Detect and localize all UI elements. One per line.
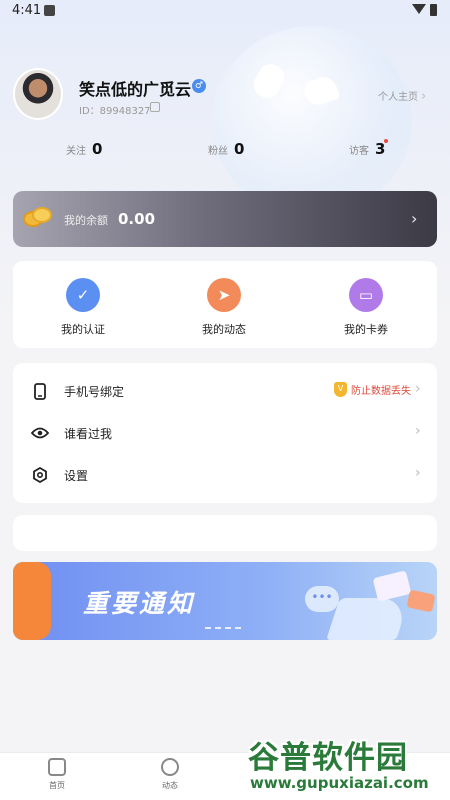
vip-shield-icon: V [334, 382, 347, 397]
chevron-right-icon: › [415, 423, 421, 439]
quick-action-label: 我的认证 [61, 323, 105, 336]
badge-text: 防止数据丢失 [351, 386, 411, 397]
eye-icon [31, 424, 49, 442]
wifi-icon [412, 4, 426, 14]
coins-icon [23, 207, 52, 227]
decorative-bubble [212, 26, 412, 216]
stat-value: 0 [234, 140, 245, 158]
watermark-url: www.gupuxiazai.com [250, 774, 429, 792]
menu-item-label: 手机号绑定 [64, 385, 125, 399]
envelope-icon [372, 570, 412, 602]
banner-title: 重要通知 [83, 589, 196, 618]
menu-item-who-viewed-me[interactable]: 谁看过我 › [13, 413, 437, 453]
banner-side-tab [13, 562, 51, 640]
settings-icon [31, 466, 49, 484]
tab-label: 动态 [162, 781, 178, 790]
notice-banner[interactable]: 重要通知 ••• [13, 562, 437, 640]
ticket-icon: ▭ [349, 278, 383, 312]
tab-home[interactable]: 首页 [27, 758, 87, 791]
stat-visitors[interactable]: 访客 3 [349, 140, 385, 158]
chat-bubble-icon: ••• [305, 586, 339, 612]
tab-moments[interactable]: 动态 [140, 758, 200, 791]
menu-item-label: 设置 [64, 469, 89, 483]
quick-action-label: 我的动态 [202, 323, 246, 336]
stat-value: 0 [92, 140, 103, 158]
banner-pagination [205, 627, 241, 629]
watermark: 谷普软件园 www.gupuxiazai.com [248, 730, 446, 800]
notification-dot [384, 139, 388, 143]
quick-action-label: 我的卡券 [344, 323, 388, 336]
home-icon [48, 758, 66, 776]
user-id: ID：89948327 [79, 106, 151, 117]
menu-item-settings[interactable]: 设置 › [13, 455, 437, 495]
stat-value: 3 [375, 140, 386, 158]
status-bar: 4:41 [0, 0, 450, 24]
megaphone-icon [326, 598, 410, 640]
shield-check-icon: ✓ [66, 278, 100, 312]
stat-followers[interactable]: 粉丝 0 [208, 140, 244, 158]
chevron-right-icon: › [415, 381, 421, 397]
envelope-icon [406, 589, 436, 613]
stat-label: 访客 [349, 146, 369, 157]
status-time: 4:41 [12, 3, 42, 18]
warning-badge: V 防止数据丢失 [334, 382, 411, 397]
paper-plane-icon: ➤ [207, 278, 241, 312]
stat-following[interactable]: 关注 0 [66, 140, 102, 158]
phone-icon [31, 382, 49, 400]
homepage-link[interactable]: 个人主页 [378, 88, 418, 103]
watermark-title: 谷普软件园 [248, 740, 408, 776]
quick-action-verification[interactable]: ✓ 我的认证 [41, 278, 125, 337]
stat-label: 关注 [66, 146, 86, 157]
stat-label: 粉丝 [208, 146, 228, 157]
balance-value: 0.00 [118, 210, 156, 228]
chevron-right-icon[interactable]: › [421, 89, 426, 104]
notification-icon [44, 5, 55, 16]
username: 笑点低的广觅云 [79, 80, 192, 99]
male-gender-icon: ♂ [192, 79, 206, 93]
chevron-right-icon: › [415, 465, 421, 481]
menu-item-phone-binding[interactable]: 手机号绑定 V 防止数据丢失 › [13, 371, 437, 411]
battery-icon [430, 4, 437, 16]
tab-label: 首页 [49, 781, 65, 790]
quick-action-moments[interactable]: ➤ 我的动态 [182, 278, 266, 337]
chevron-right-icon[interactable]: › [411, 209, 417, 228]
balance-label: 我的余额 [64, 214, 108, 227]
quick-action-coupons[interactable]: ▭ 我的卡券 [324, 278, 408, 337]
menu-item-label: 谁看过我 [64, 427, 113, 441]
copy-icon[interactable] [150, 102, 160, 112]
moments-icon [161, 758, 179, 776]
avatar[interactable] [13, 68, 63, 120]
empty-card [13, 515, 437, 551]
